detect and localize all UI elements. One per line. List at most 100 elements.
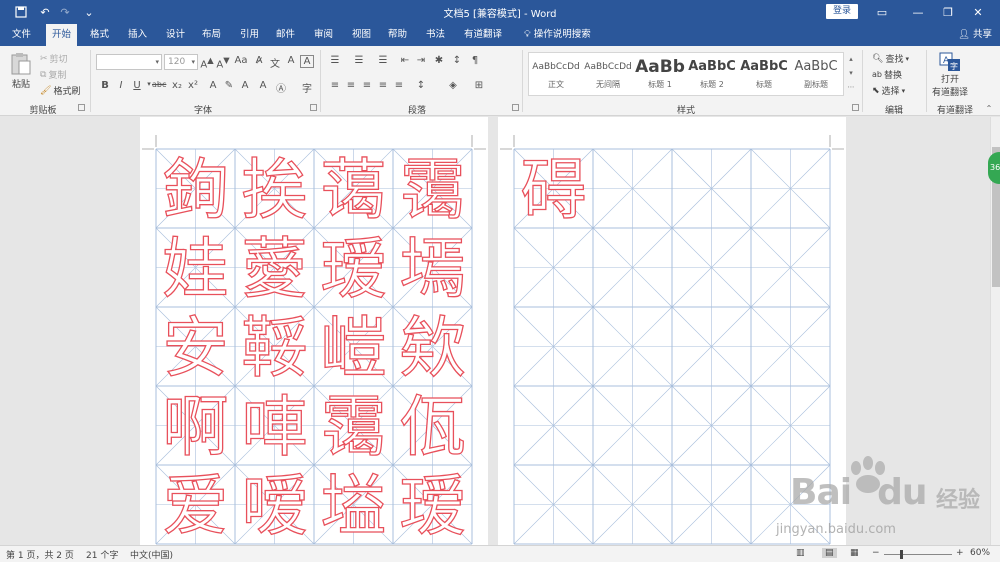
copy-button[interactable]: ⧉ 复制	[40, 68, 66, 82]
close-icon[interactable]: ✕	[964, 2, 992, 22]
zoom-in-icon[interactable]: +	[956, 548, 964, 558]
style-item[interactable]: AaBbCcDd 无间隔	[583, 55, 633, 95]
replace-button[interactable]: ab 替换	[872, 68, 902, 81]
style-item[interactable]: AaBb 标题 1	[635, 55, 685, 95]
line-spacing-icon[interactable]: ↕	[414, 80, 428, 91]
find-button[interactable]: 🔍︎ 查找 ▾	[872, 52, 909, 66]
chevron-down-icon[interactable]: ▾	[846, 66, 856, 80]
calligraphy-char[interactable]: 薆	[241, 230, 308, 308]
italic-icon[interactable]: I	[114, 80, 128, 91]
clipboard-launcher-icon[interactable]	[78, 104, 85, 111]
font-size-combo[interactable]: 120 ▾	[164, 54, 198, 70]
calligraphy-char[interactable]: 蔼	[320, 151, 387, 229]
font-color-icon[interactable]: A	[238, 80, 252, 91]
highlight-icon[interactable]: ✎	[222, 80, 236, 91]
gallery-scroll[interactable]: ▴ ▾ ⋯	[846, 52, 856, 96]
page-count[interactable]: 第 1 页，共 2 页	[6, 548, 74, 561]
tab-review[interactable]: 审阅	[308, 24, 339, 46]
tab-youdao[interactable]: 有道翻译	[458, 24, 508, 46]
bold-icon[interactable]: B	[98, 80, 112, 91]
tab-insert[interactable]: 插入	[122, 24, 153, 46]
style-item[interactable]: AaBbC 标题 2	[687, 55, 737, 95]
paragraph-launcher-icon[interactable]	[512, 104, 519, 111]
calligraphy-char[interactable]: 爱	[162, 467, 229, 545]
calligraphy-char[interactable]: 碍	[520, 151, 587, 229]
enclose-char-icon[interactable]: A	[300, 55, 314, 68]
select-button[interactable]: ⬉ 选择 ▾	[872, 84, 905, 98]
style-item[interactable]: AaBbC 副标题	[791, 55, 841, 95]
floating-badge[interactable]: 36	[988, 152, 1000, 184]
tab-format[interactable]: 格式	[84, 24, 115, 46]
decrease-indent-icon[interactable]: ⇤	[398, 55, 412, 66]
page-1[interactable]: 銁挨蔼霭娃薆瑷墕安鞖嵦欸啊唓霭佤爱嗳塧瑷	[140, 117, 488, 545]
justify-icon[interactable]: ≡	[376, 80, 390, 91]
align-left-icon[interactable]: ≡	[328, 80, 342, 91]
calligraphy-char[interactable]: 嗳	[241, 467, 308, 545]
sort-icon[interactable]: ↕	[450, 55, 464, 66]
tab-help[interactable]: 帮助	[382, 24, 413, 46]
zoom-slider-thumb[interactable]	[900, 550, 903, 559]
calligraphy-char[interactable]: 塧	[320, 467, 387, 545]
tab-references[interactable]: 引用	[234, 24, 265, 46]
calligraphy-char[interactable]: 墕	[399, 230, 466, 308]
signin-button[interactable]: 登录	[826, 4, 858, 19]
tab-design[interactable]: 设计	[160, 24, 191, 46]
print-layout-icon[interactable]: ▤	[822, 548, 837, 558]
tell-me-search[interactable]: 💡︎ 操作说明搜索	[518, 24, 597, 46]
char-scale-icon[interactable]: Ⓐ	[274, 80, 288, 95]
strikethrough-icon[interactable]: abc	[152, 80, 166, 89]
style-item[interactable]: AaBbC 标题	[739, 55, 789, 95]
cut-button[interactable]: ✂ 剪切	[40, 52, 68, 66]
chinese-layout-icon[interactable]: ✱	[432, 55, 446, 66]
shrink-font-icon[interactable]: A▼	[216, 55, 230, 70]
word-count[interactable]: 21 个字	[86, 548, 118, 561]
calligraphy-char[interactable]: 啊	[162, 388, 229, 466]
tab-calligraphy[interactable]: 书法	[420, 24, 451, 46]
tab-file[interactable]: 文件	[6, 24, 37, 46]
chevron-up-icon[interactable]: ▴	[846, 52, 856, 66]
calligraphy-char[interactable]: 欸	[399, 309, 466, 387]
calligraphy-char[interactable]: 霭	[320, 388, 387, 466]
style-item[interactable]: AaBbCcDd 正文	[531, 55, 581, 95]
multilevel-list-icon[interactable]: ☰	[376, 55, 390, 66]
minimize-icon[interactable]: —	[904, 2, 932, 22]
ribbon-display-icon[interactable]: ▭	[868, 2, 896, 22]
numbering-icon[interactable]: ☰	[352, 55, 366, 66]
calligraphy-char[interactable]: 佤	[399, 388, 466, 466]
calligraphy-char[interactable]: 安	[162, 309, 229, 387]
collapse-ribbon-icon[interactable]: ⌃	[982, 104, 996, 113]
open-youdao-button[interactable]: A字 打开 有道翻译	[932, 52, 968, 98]
subscript-icon[interactable]: x₂	[170, 80, 184, 91]
zoom-out-icon[interactable]: −	[872, 548, 880, 558]
calligraphy-char[interactable]: 唓	[241, 388, 308, 466]
calligraphy-char[interactable]: 瑷	[320, 230, 387, 308]
shading-icon[interactable]: A	[256, 80, 270, 91]
enclose-icon[interactable]: 字	[300, 80, 314, 95]
pinyin-guide-icon[interactable]: 文	[268, 55, 282, 70]
borders-icon[interactable]: ⊞	[472, 80, 486, 91]
grow-font-icon[interactable]: A▲	[200, 55, 214, 70]
read-mode-icon[interactable]: ▥	[796, 548, 805, 558]
calligraphy-char[interactable]: 霭	[399, 151, 466, 229]
text-effects-icon[interactable]: A	[206, 80, 220, 91]
more-icon[interactable]: ⋯	[846, 80, 856, 94]
align-center-icon[interactable]: ≡	[344, 80, 358, 91]
page-2[interactable]: 碍	[498, 117, 846, 545]
calligraphy-char[interactable]: 挨	[241, 151, 308, 229]
styles-launcher-icon[interactable]	[852, 104, 859, 111]
restore-icon[interactable]: ❐	[934, 2, 962, 22]
font-name-combo[interactable]: ▾	[96, 54, 162, 70]
show-marks-icon[interactable]: ¶	[468, 55, 482, 66]
change-case-icon[interactable]: Aa	[234, 55, 248, 66]
increase-indent-icon[interactable]: ⇥	[414, 55, 428, 66]
paste-button[interactable]: 粘贴	[10, 52, 32, 90]
calligraphy-char[interactable]: 嵦	[320, 309, 387, 387]
language[interactable]: 中文(中国)	[130, 548, 173, 561]
format-painter-button[interactable]: 🖌︎ 格式刷	[40, 84, 80, 98]
tab-layout[interactable]: 布局	[196, 24, 227, 46]
tab-view[interactable]: 视图	[346, 24, 377, 46]
bullets-icon[interactable]: ☰	[328, 55, 342, 66]
share-button[interactable]: 👤︎ 共享	[958, 24, 992, 46]
distributed-icon[interactable]: ≡	[392, 80, 406, 91]
tab-mailings[interactable]: 邮件	[270, 24, 301, 46]
